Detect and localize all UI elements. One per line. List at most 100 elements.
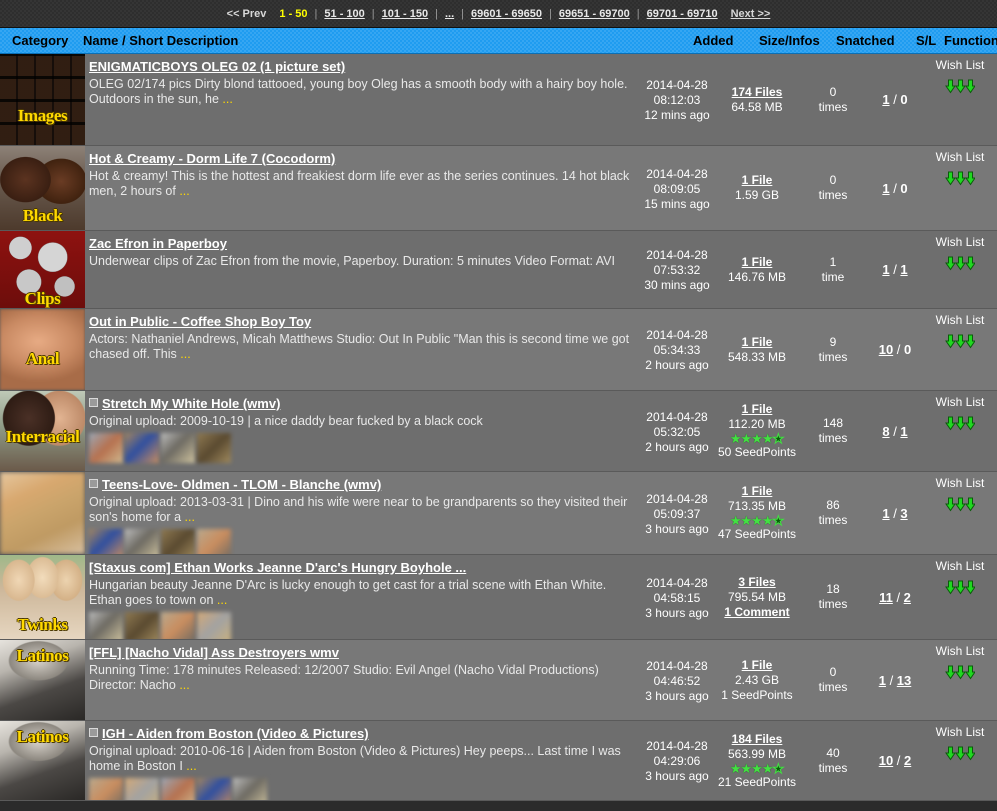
download-arrows-icon[interactable] [945,255,976,271]
category-cell[interactable] [0,472,85,554]
preview-thumbnail[interactable] [125,433,159,463]
leechers-count[interactable]: 2 [904,753,911,768]
pagination-link-3[interactable]: 101 - 150 [375,8,435,20]
download-arrows-icon[interactable] [945,579,976,595]
leechers-count[interactable]: 3 [900,506,907,521]
torrent-title-link[interactable]: IGH - Aiden from Boston (Video & Picture… [102,726,369,741]
download-arrows-icon[interactable] [945,333,976,349]
column-header-snatched[interactable]: Snatched [836,33,895,48]
torrent-title-link[interactable]: [FFL] [Nacho Vidal] Ass Destroyers wmv [89,645,339,660]
file-count-link[interactable]: 1 File [715,658,799,673]
leechers-count[interactable]: 13 [897,673,911,688]
category-cell[interactable]: Latinos [0,721,85,800]
download-arrows-icon[interactable] [945,745,976,761]
category-cell[interactable]: Clips [0,231,85,308]
preview-thumbnail[interactable] [161,529,195,554]
pagination-link-6[interactable]: 69651 - 69700 [552,8,637,20]
file-count-link[interactable]: 174 Files [715,85,799,100]
download-arrows-icon[interactable] [945,664,976,680]
pagination-link-2[interactable]: 51 - 100 [317,8,371,20]
download-arrows-icon[interactable] [945,415,976,431]
column-header-size[interactable]: Size/Infos [759,33,820,48]
preview-thumbnail[interactable] [89,433,123,463]
wish-list-link[interactable]: Wish List [923,235,997,249]
wish-list-link[interactable]: Wish List [923,395,997,409]
select-checkbox[interactable] [89,479,98,488]
leechers-count[interactable]: 1 [900,262,907,277]
category-cell[interactable]: Latinos [0,640,85,720]
wish-list-link[interactable]: Wish List [923,644,997,658]
select-checkbox[interactable] [89,398,98,407]
preview-thumbnail[interactable] [89,778,123,800]
preview-thumbnail-strip[interactable] [89,529,633,554]
torrent-title-link[interactable]: Zac Efron in Paperboy [89,236,227,251]
category-cell[interactable]: Images [0,54,85,145]
pagination-link-1[interactable]: 1 - 50 [272,8,314,20]
pagination-link-7[interactable]: 69701 - 69710 [640,8,725,20]
wish-list-link[interactable]: Wish List [923,725,997,739]
torrent-title-link[interactable]: [Staxus com] Ethan Works Jeanne D'arc's … [89,560,466,575]
next-page-link[interactable]: Next >> [725,8,777,20]
seeders-count[interactable]: 1 [879,673,886,688]
preview-thumbnail[interactable] [89,529,123,554]
preview-thumbnail[interactable] [161,433,195,463]
preview-thumbnail-strip[interactable] [89,778,633,800]
file-count-link[interactable]: 1 File [715,484,799,499]
rating-stars[interactable]: ★★★★★ [715,761,799,775]
rating-stars[interactable]: ★★★★★ [715,514,799,528]
preview-thumbnail[interactable] [89,612,123,639]
wish-list-link[interactable]: Wish List [923,313,997,327]
wish-list-link[interactable]: Wish List [923,559,997,573]
preview-thumbnail[interactable] [125,612,159,639]
category-cell[interactable]: Twinks [0,555,85,639]
preview-thumbnail[interactable] [197,612,231,639]
leechers-count[interactable]: 2 [904,590,911,605]
preview-thumbnail[interactable] [125,529,159,554]
column-header-added[interactable]: Added [693,33,733,48]
seeders-count[interactable]: 1 [882,92,889,107]
preview-thumbnail[interactable] [161,612,195,639]
seeders-count[interactable]: 1 [882,262,889,277]
column-header-name[interactable]: Name / Short Description [83,33,238,48]
prev-page-link[interactable]: << Prev [221,8,273,20]
file-count-link[interactable]: 3 Files [715,575,799,590]
download-arrows-icon[interactable] [945,78,976,94]
file-count-link[interactable]: 1 File [715,173,799,188]
download-arrows-icon[interactable] [945,170,976,186]
category-cell[interactable]: Black [0,146,85,230]
column-header-category[interactable]: Category [12,33,68,48]
category-cell[interactable]: Anal [0,309,85,390]
select-checkbox[interactable] [89,728,98,737]
torrent-title-link[interactable]: Out in Public - Coffee Shop Boy Toy [89,314,311,329]
preview-thumbnail-strip[interactable] [89,433,633,463]
file-count-link[interactable]: 1 File [715,335,799,350]
seeders-count[interactable]: 8 [882,424,889,439]
file-count-link[interactable]: 1 File [715,402,799,417]
torrent-title-link[interactable]: ENIGMATICBOYS OLEG 02 (1 picture set) [89,59,345,74]
seeders-count[interactable]: 10 [879,753,893,768]
wish-list-link[interactable]: Wish List [923,58,997,72]
comment-count-link[interactable]: 1 Comment [715,605,799,620]
preview-thumbnail[interactable] [125,778,159,800]
preview-thumbnail[interactable] [197,433,231,463]
preview-thumbnail[interactable] [161,778,195,800]
rating-stars[interactable]: ★★★★★ [715,432,799,446]
pagination-link-4[interactable]: ... [438,8,461,20]
seeders-count[interactable]: 11 [879,590,893,605]
torrent-title-link[interactable]: Teens-Love- Oldmen - TLOM - Blanche (wmv… [102,477,381,492]
seeders-count[interactable]: 1 [882,506,889,521]
seeders-count[interactable]: 1 [882,181,889,196]
preview-thumbnail[interactable] [197,529,231,554]
download-arrows-icon[interactable] [945,496,976,512]
preview-thumbnail-strip[interactable] [89,612,633,639]
category-cell[interactable]: Interracial [0,391,85,471]
leechers-count[interactable]: 1 [900,424,907,439]
torrent-title-link[interactable]: Hot & Creamy - Dorm Life 7 (Cocodorm) [89,151,335,166]
wish-list-link[interactable]: Wish List [923,150,997,164]
seeders-count[interactable]: 10 [879,342,893,357]
wish-list-link[interactable]: Wish List [923,476,997,490]
torrent-title-link[interactable]: Stretch My White Hole (wmv) [102,396,280,411]
preview-thumbnail[interactable] [197,778,231,800]
file-count-link[interactable]: 1 File [715,255,799,270]
file-count-link[interactable]: 184 Files [715,732,799,747]
